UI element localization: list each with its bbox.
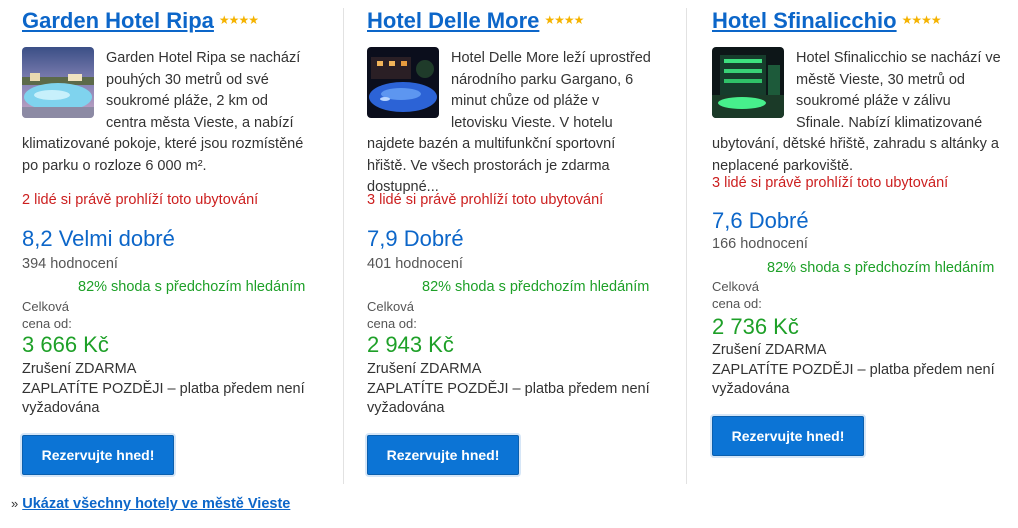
price-label: Celková cena od: [712,278,762,312]
pay-later: ZAPLATÍTE POZDĚJI – platba předem není v… [22,380,305,417]
star-rating-icon: ★★★★ [901,13,942,27]
review-count: 394 hodnocení [22,256,118,272]
price-label-line-2: cena od: [367,316,417,331]
search-match: 82% shoda s předchozím hledáním [422,279,650,295]
price: 2 943 Kč [367,332,454,357]
star-rating-icon: ★★★★ [544,13,584,27]
review-score: 8,2 Velmi dobré [22,226,175,251]
book-now-button[interactable]: Rezervujte hned! [367,435,519,475]
show-all-hotels-link[interactable]: Ukázat všechny hotely ve městě Vieste [22,496,290,512]
review-score: 7,9 Dobré [367,226,464,251]
hotel-name-link[interactable]: Hotel Sfinalicchio [712,8,897,33]
review-count: 401 hodnocení [367,256,463,272]
price: 2 736 Kč [712,314,799,339]
hotel-name-link[interactable]: Hotel Delle More [367,8,539,33]
free-cancellation: Zrušení ZDARMA [712,342,827,358]
price-label-line-2: cena od: [712,296,762,311]
free-cancellation: Zrušení ZDARMA [367,361,482,377]
hotel-title-row: Hotel Sfinalicchio ★★★★ [712,8,942,34]
booking-conditions: Zrušení ZDARMA ZAPLATÍTE POZDĚJI – platb… [22,360,322,419]
column-divider [686,8,687,484]
show-all-hotels: » Ukázat všechny hotely ve městě Vieste [11,496,290,512]
viewers-notice: 3 lidé si právě prohlíží toto ubytování [712,175,949,191]
price-label: Celková cena od: [22,298,72,332]
hotel-description: Hotel Delle More leží uprostřed národníh… [367,48,657,199]
chevron-right-icon: » [11,496,19,511]
price-label-line-1: Celková [367,299,414,314]
viewers-notice: 3 lidé si právě prohlíží toto ubytování [367,192,604,208]
hotel-card-garden-hotel-ripa: Garden Hotel Ripa ★★★★ Garden Hotel Ripa… [22,0,322,485]
star-rating-icon: ★★★★ [218,13,259,27]
price-label-line-1: Celková [22,299,69,314]
book-now-button[interactable]: Rezervujte hned! [712,416,864,456]
hotel-name-link[interactable]: Garden Hotel Ripa [22,8,214,33]
hotel-description: Hotel Sfinalicchio se nachází ve městě V… [712,48,1002,177]
hotel-title-row: Hotel Delle More ★★★★ [367,8,584,34]
price-label-line-2: cena od: [22,316,72,331]
pay-later: ZAPLATÍTE POZDĚJI – platba předem není v… [367,380,650,417]
column-divider [343,8,344,484]
hotel-cards: Garden Hotel Ripa ★★★★ Garden Hotel Ripa… [0,0,1018,485]
book-now-button[interactable]: Rezervujte hned! [22,435,174,475]
hotel-card-hotel-sfinalicchio: Hotel Sfinalicchio ★★★★ Hotel Sfinalicchi… [712,0,1012,485]
price-label: Celková cena od: [367,298,417,332]
price-label-line-1: Celková [712,279,759,294]
review-count: 166 hodnocení [712,236,808,252]
review-score: 7,6 Dobré [712,208,809,233]
hotel-card-hotel-delle-more: Hotel Delle More ★★★★ Hotel Delle More le… [367,0,667,485]
hotel-title-row: Garden Hotel Ripa ★★★★ [22,8,259,34]
search-match: 82% shoda s předchozím hledáním [767,260,995,276]
booking-conditions: Zrušení ZDARMA ZAPLATÍTE POZDĚJI – platb… [712,341,1012,400]
price: 3 666 Kč [22,332,109,357]
free-cancellation: Zrušení ZDARMA [22,361,137,377]
hotel-description: Garden Hotel Ripa se nachází pouhých 30 … [22,48,312,177]
pay-later: ZAPLATÍTE POZDĚJI – platba předem není v… [712,361,995,398]
search-match: 82% shoda s předchozím hledáním [78,279,306,295]
booking-conditions: Zrušení ZDARMA ZAPLATÍTE POZDĚJI – platb… [367,360,667,419]
viewers-notice: 2 lidé si právě prohlíží toto ubytování [22,192,259,208]
